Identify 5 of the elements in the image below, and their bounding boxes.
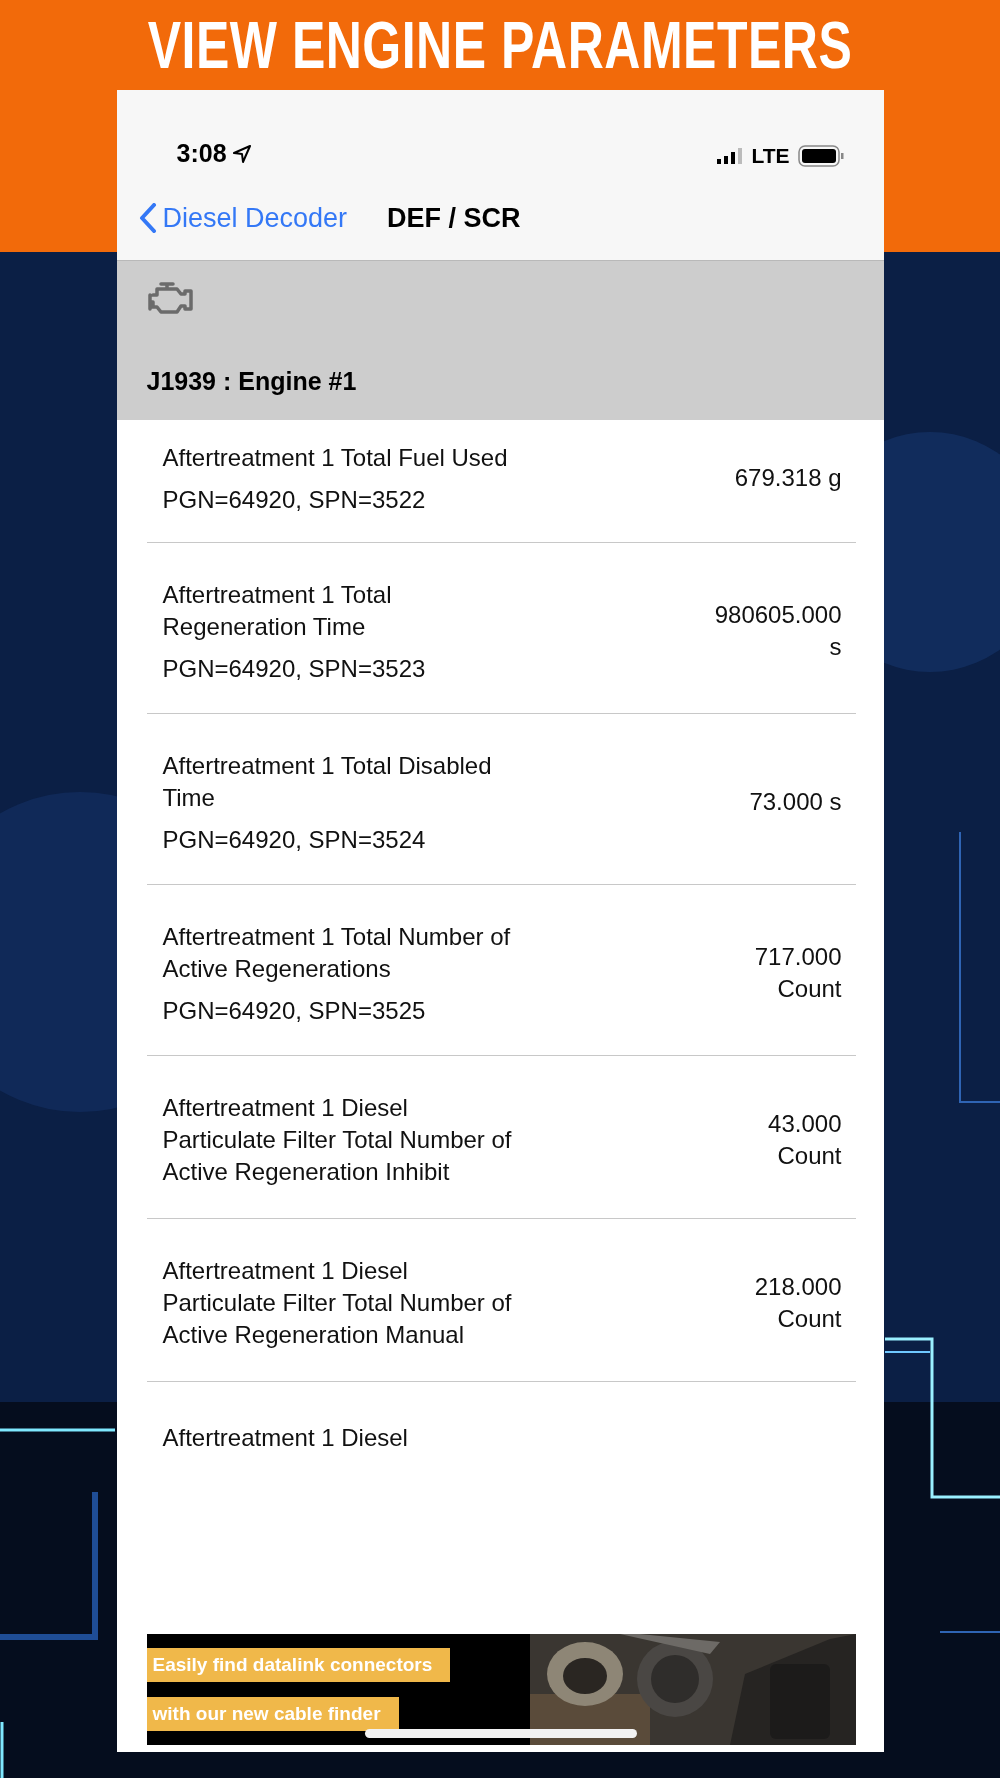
page-title: VIEW ENGINE PARAMETERS bbox=[147, 6, 853, 85]
screen-title: DEF / SCR bbox=[387, 202, 521, 234]
status-time: 3:08 bbox=[176, 139, 251, 168]
back-button[interactable]: Diesel Decoder bbox=[138, 202, 348, 234]
network-label: LTE bbox=[751, 144, 790, 168]
